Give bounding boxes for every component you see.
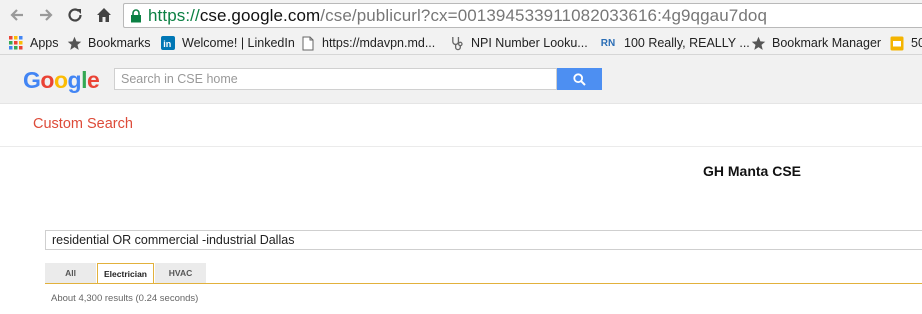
- reload-icon: [68, 8, 82, 22]
- bookmark-mdavpn[interactable]: https://mdavpn.md...: [300, 34, 435, 52]
- bookmark-50[interactable]: 50: [889, 34, 922, 52]
- result-stats: About 4,300 results (0.24 seconds): [51, 293, 199, 304]
- tab-electrician[interactable]: Electrician: [97, 263, 154, 284]
- bookmark-label: Bookmark Manager: [772, 36, 882, 50]
- logo-letter: o: [53, 67, 68, 93]
- tab-hvac[interactable]: HVAC: [155, 263, 206, 283]
- url-text: https://cse.google.com/cse/publicurl?cx=…: [148, 6, 767, 26]
- back-button[interactable]: [6, 4, 28, 26]
- bookmark-label: Apps: [30, 36, 59, 50]
- logo-letter: o: [40, 67, 54, 93]
- bookmark-linkedin[interactable]: in Welcome! | LinkedIn: [160, 34, 295, 52]
- bookmark-100-really[interactable]: RN 100 Really, REALLY ...: [598, 34, 750, 52]
- bookmark-label: Welcome! | LinkedIn: [182, 36, 295, 50]
- cse-header: Google Search in CSE home: [0, 55, 922, 104]
- query-input[interactable]: residential OR commercial -industrial Da…: [45, 230, 922, 250]
- slides-icon: [889, 35, 905, 51]
- bookmark-npi[interactable]: NPI Number Looku...: [449, 34, 588, 52]
- rn-icon: RN: [600, 37, 616, 49]
- divider: [0, 146, 922, 147]
- custom-search-title[interactable]: Custom Search: [33, 116, 133, 132]
- home-button[interactable]: [93, 4, 115, 26]
- tabs-underline: [45, 283, 922, 284]
- apps-grid-icon: [8, 35, 24, 51]
- bookmark-label: https://mdavpn.md...: [322, 36, 436, 50]
- bookmark-label: NPI Number Looku...: [471, 36, 588, 50]
- bookmark-label: 100 Really, REALLY ...: [624, 36, 750, 50]
- bookmark-label: 50: [911, 36, 922, 50]
- cse-home-search-input[interactable]: Search in CSE home: [114, 68, 557, 90]
- browser-toolbar: https://cse.google.com/cse/publicurl?cx=…: [0, 0, 922, 31]
- url-host: cse.google.com: [199, 5, 321, 25]
- star-icon: [66, 35, 82, 51]
- search-placeholder: Search in CSE home: [121, 72, 238, 86]
- bookmark-apps[interactable]: Apps: [8, 34, 59, 52]
- bookmark-manager[interactable]: Bookmark Manager: [750, 34, 881, 52]
- home-icon: [97, 8, 111, 22]
- bookmark-label: Bookmarks: [88, 36, 151, 50]
- forward-button[interactable]: [35, 4, 57, 26]
- back-arrow-icon: [10, 9, 23, 21]
- svg-text:in: in: [163, 39, 171, 49]
- search-button[interactable]: [557, 68, 602, 90]
- bookmarks-bar: Apps Bookmarks in Welcome! | LinkedIn ht…: [0, 31, 922, 55]
- star-icon: [750, 35, 766, 51]
- bookmark-bookmarks[interactable]: Bookmarks: [66, 34, 151, 52]
- address-bar[interactable]: https://cse.google.com/cse/publicurl?cx=…: [123, 3, 922, 28]
- google-logo[interactable]: Google: [23, 67, 100, 94]
- linkedin-icon: in: [160, 35, 176, 51]
- reload-button[interactable]: [64, 4, 86, 26]
- logo-letter: g: [67, 67, 82, 93]
- lock-icon: [130, 8, 142, 23]
- page-icon: [300, 35, 316, 51]
- tab-all[interactable]: All: [45, 263, 96, 283]
- logo-letter: G: [23, 67, 41, 93]
- url-scheme: https://: [148, 5, 200, 25]
- url-path: /cse/publicurl?cx=001394533911082033616:…: [320, 5, 767, 25]
- logo-letter: e: [86, 67, 100, 93]
- engine-name: GH Manta CSE: [703, 163, 802, 179]
- search-icon: [573, 72, 586, 86]
- forward-arrow-icon: [40, 9, 53, 21]
- stethoscope-icon: [449, 35, 465, 51]
